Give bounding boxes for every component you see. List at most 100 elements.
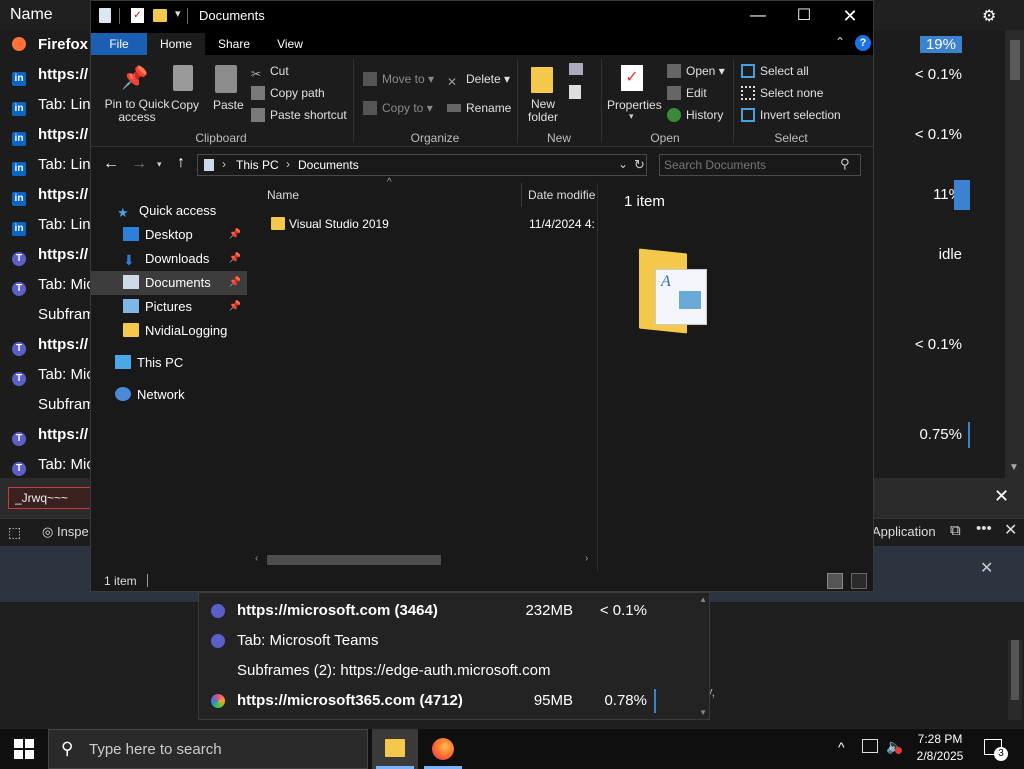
tab-view[interactable]: View bbox=[263, 33, 317, 55]
cut-button[interactable]: ✂ Cut bbox=[251, 64, 289, 81]
close-notification-icon[interactable]: ✕ bbox=[980, 558, 993, 578]
process-row[interactable]: in Tab: Link bbox=[0, 90, 92, 120]
taskbar-firefox[interactable] bbox=[420, 729, 466, 769]
process-row[interactable]: T Tab: Mic bbox=[0, 450, 92, 480]
clock-date[interactable]: 2/8/2025 bbox=[912, 749, 968, 763]
process-row[interactable]: T Tab: Mic bbox=[0, 360, 92, 390]
breadcrumb-documents[interactable]: Documents bbox=[298, 158, 359, 172]
maximize-button[interactable]: ☐ bbox=[781, 1, 827, 31]
paste-shortcut-button[interactable]: Paste shortcut bbox=[251, 108, 347, 122]
copy-button[interactable]: Copy bbox=[171, 98, 199, 112]
popup-process-row[interactable]: Tab: Microsoft Teams bbox=[199, 627, 699, 655]
nav-downloads[interactable]: ⬇ Downloads 📌 bbox=[91, 247, 247, 271]
refresh-icon[interactable]: ↻ bbox=[634, 157, 645, 173]
back-icon[interactable]: ← bbox=[103, 155, 119, 173]
column-header-name[interactable]: Name bbox=[10, 6, 53, 24]
settings-icon[interactable]: ⚙ bbox=[982, 6, 996, 26]
nav-desktop[interactable]: Desktop 📌 bbox=[91, 223, 247, 247]
process-row[interactable]: Thttps:// bbox=[0, 330, 92, 360]
invert-selection-button[interactable]: Invert selection bbox=[741, 108, 841, 122]
process-row[interactable]: in Tab: Link bbox=[0, 210, 92, 240]
network-icon[interactable] bbox=[862, 739, 878, 753]
process-row[interactable]: Subfram bbox=[0, 300, 92, 330]
paste-button[interactable]: Paste bbox=[213, 98, 244, 112]
breadcrumb-this-pc[interactable]: This PC bbox=[236, 158, 279, 172]
devtools-tab-inspector[interactable]: ◎ Inspe bbox=[42, 524, 89, 540]
column-header-name[interactable]: Name bbox=[267, 188, 299, 202]
nav-this-pc[interactable]: This PC bbox=[91, 351, 247, 375]
popup-process-row[interactable]: Subframes (2): https://edge-auth.microso… bbox=[199, 657, 699, 685]
popup-process-row[interactable]: https://microsoft.com (3464) 232MB < 0.1% bbox=[199, 597, 699, 625]
dock-icon[interactable]: ⧉ bbox=[950, 522, 961, 539]
pin-to-quick-access-button[interactable]: Pin to Quick access bbox=[97, 98, 177, 124]
tab-file[interactable]: File bbox=[91, 33, 147, 55]
edit-button[interactable]: Edit bbox=[667, 86, 707, 100]
process-row[interactable]: Thttps:// bbox=[0, 420, 92, 450]
delete-button[interactable]: ✕ Delete ▾ bbox=[447, 72, 510, 89]
collapse-ribbon-icon[interactable]: ⌃ bbox=[835, 35, 845, 49]
clock-time[interactable]: 7:28 PM bbox=[912, 732, 968, 746]
nav-network[interactable]: Network bbox=[91, 383, 247, 407]
close-icon[interactable]: ✕ bbox=[994, 486, 1009, 507]
find-input[interactable]: _Jrwq~~~ bbox=[8, 487, 92, 509]
open-button[interactable]: Open ▾ bbox=[667, 64, 725, 78]
devtools-tab-application[interactable]: Application bbox=[872, 524, 936, 539]
process-row[interactable]: T Tab: Mic bbox=[0, 270, 92, 300]
process-row[interactable]: in https:// bbox=[0, 180, 92, 210]
nav-nvidialogging[interactable]: NvidiaLogging bbox=[91, 319, 247, 343]
tab-share[interactable]: Share bbox=[207, 33, 261, 55]
new-folder-qat-icon[interactable] bbox=[153, 9, 167, 22]
horizontal-scrollbar[interactable]: ‹ › bbox=[253, 552, 597, 568]
taskbar-search[interactable]: ⚲ Type here to search bbox=[48, 729, 368, 769]
show-hidden-icons[interactable]: ^ bbox=[838, 739, 845, 755]
recent-locations-icon[interactable]: ▾ bbox=[157, 159, 162, 170]
up-icon[interactable]: ↑ bbox=[177, 154, 185, 172]
close-devtools-icon[interactable]: ✕ bbox=[1004, 520, 1017, 540]
minimize-button[interactable]: — bbox=[735, 1, 781, 31]
scrollbar[interactable]: ▼ bbox=[1005, 30, 1024, 478]
file-row[interactable]: Visual Studio 2019 11/4/2024 4:1 bbox=[259, 213, 595, 235]
nav-documents[interactable]: Documents 📌 bbox=[91, 271, 247, 295]
easy-access-icon[interactable] bbox=[569, 85, 581, 99]
properties-qat-icon[interactable]: ✓ bbox=[131, 8, 144, 23]
select-none-button[interactable]: Select none bbox=[741, 86, 823, 100]
details-view-icon[interactable] bbox=[827, 573, 843, 589]
nav-quick-access[interactable]: ★ Quick access bbox=[91, 199, 247, 223]
column-header-date[interactable]: Date modifie bbox=[528, 188, 595, 202]
popup-process-name: Subframes (2): https://edge-auth.microso… bbox=[237, 662, 551, 679]
process-row[interactable]: in https:// bbox=[0, 120, 92, 150]
process-row[interactable]: Thttps:// bbox=[0, 240, 92, 270]
copy-to-button[interactable]: Copy to ▾ bbox=[363, 101, 433, 115]
new-item-icon[interactable] bbox=[569, 63, 583, 75]
pin-icon: 📌 bbox=[228, 253, 241, 264]
forward-icon[interactable]: → bbox=[131, 155, 147, 173]
taskbar-file-explorer[interactable] bbox=[372, 729, 418, 769]
help-icon[interactable]: ? bbox=[855, 35, 871, 51]
properties-button[interactable]: Properties bbox=[607, 98, 662, 112]
qat-dropdown-icon[interactable]: ▾ bbox=[175, 7, 181, 20]
inspect-icon[interactable]: ⬚ bbox=[8, 524, 21, 541]
close-button[interactable]: ✕ bbox=[827, 1, 873, 31]
search-box[interactable]: ⚲ bbox=[659, 154, 861, 176]
chevron-down-icon[interactable]: ⌄ bbox=[618, 157, 628, 171]
properties-dropdown-icon[interactable]: ▾ bbox=[629, 111, 634, 122]
tab-home[interactable]: Home bbox=[147, 33, 205, 55]
more-icon[interactable]: ••• bbox=[976, 520, 992, 537]
process-row[interactable]: Subfram bbox=[0, 390, 92, 420]
process-row[interactable]: in Tab: Link bbox=[0, 150, 92, 180]
nav-pictures[interactable]: Pictures 📌 bbox=[91, 295, 247, 319]
large-icons-view-icon[interactable] bbox=[851, 573, 867, 589]
new-folder-button[interactable]: New folder bbox=[521, 98, 565, 124]
process-row[interactable]: Firefox bbox=[0, 30, 92, 60]
history-button[interactable]: History bbox=[667, 108, 723, 122]
address-bar[interactable]: › This PC › Documents ⌄ ↻ bbox=[197, 154, 647, 176]
scrollbar-lower[interactable] bbox=[1008, 640, 1022, 720]
windows-start-icon[interactable] bbox=[14, 739, 34, 759]
process-row[interactable]: in https:// bbox=[0, 60, 92, 90]
move-to-button[interactable]: Move to ▾ bbox=[363, 72, 434, 86]
select-all-button[interactable]: Select all bbox=[741, 64, 809, 78]
rename-button[interactable]: Rename bbox=[447, 101, 511, 115]
search-input[interactable] bbox=[664, 157, 834, 173]
popup-process-row[interactable]: https://microsoft365.com (4712) 95MB 0.78% bbox=[199, 687, 699, 715]
copy-path-button[interactable]: Copy path bbox=[251, 86, 325, 100]
